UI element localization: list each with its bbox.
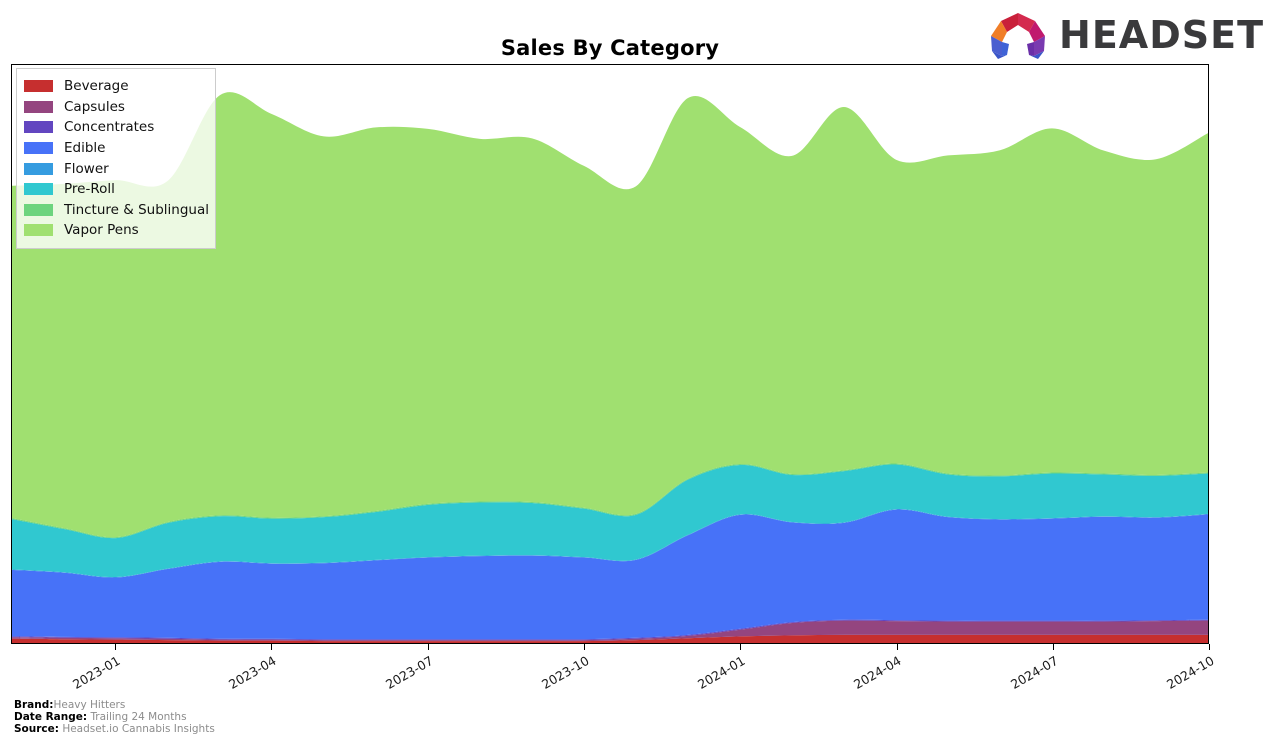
- footnote-source: Source: Headset.io Cannabis Insights: [14, 722, 215, 736]
- x-axis-tick: [896, 644, 898, 650]
- footnote-source-value: Headset.io Cannabis Insights: [62, 722, 215, 735]
- legend-item[interactable]: Capsules: [24, 97, 206, 118]
- legend-item-label: Concentrates: [64, 119, 155, 136]
- headset-brand-logo: HEADSET: [985, 10, 1264, 60]
- legend-swatch-icon: [24, 121, 53, 134]
- legend-swatch-icon: [24, 162, 53, 175]
- footnote-brand-value: Heavy Hitters: [53, 699, 126, 711]
- x-axis-tick-label: 2024-01: [695, 652, 748, 692]
- x-axis-tick-label: 2024-10: [1163, 652, 1217, 692]
- chart-page: Sales By Category HEADSET Beverage Capsul…: [0, 0, 1276, 746]
- chart-legend: Beverage Capsules Concentrates Edible Flower…: [16, 68, 216, 249]
- legend-item-label: Vapor Pens: [64, 222, 139, 239]
- legend-swatch-icon: [24, 203, 53, 216]
- legend-swatch-icon: [24, 100, 53, 113]
- legend-item[interactable]: Flower: [24, 158, 206, 179]
- x-axis-tick-label: 2023-04: [226, 652, 280, 692]
- brand-wordmark: HEADSET: [1059, 13, 1264, 57]
- legend-item-label: Edible: [64, 140, 106, 157]
- legend-item-label: Flower: [64, 160, 109, 177]
- legend-item[interactable]: Pre-Roll: [24, 179, 206, 200]
- footnote-source-key: Source:: [14, 722, 59, 735]
- x-axis-tick: [271, 644, 273, 650]
- x-axis-tick-label: 2023-07: [382, 652, 436, 692]
- legend-item[interactable]: Tincture & Sublingual: [24, 200, 209, 221]
- x-axis-tick-label: 2023-01: [70, 652, 123, 692]
- legend-swatch-icon: [24, 142, 53, 155]
- legend-swatch-icon: [24, 80, 53, 93]
- x-axis-tick-label: 2024-07: [1007, 652, 1061, 692]
- x-axis-tick: [584, 644, 585, 650]
- x-axis-tick: [740, 644, 742, 650]
- x-axis-tick: [1209, 644, 1210, 650]
- x-axis-tick-label: 2024-04: [851, 652, 905, 692]
- headset-arch-logo-icon: [991, 13, 1046, 59]
- x-axis-tick: [427, 644, 429, 650]
- legend-swatch-icon: [24, 183, 53, 196]
- chart-footnote: Brand:Heavy Hitters Date Range: Trailing…: [14, 699, 215, 736]
- footnote-date-range-key: Date Range:: [14, 710, 88, 723]
- legend-item-label: Tincture & Sublingual: [64, 201, 209, 218]
- legend-item-label: Beverage: [64, 78, 129, 95]
- x-axis-tick: [1052, 644, 1054, 650]
- footnote-date-range-value: Trailing 24 Months: [90, 710, 187, 723]
- legend-swatch-icon: [24, 224, 53, 237]
- x-axis-tick: [115, 644, 117, 650]
- footnote-brand-key: Brand:: [14, 699, 54, 711]
- x-axis-tick-label: 2023-10: [538, 652, 592, 692]
- legend-item[interactable]: Beverage: [24, 76, 206, 97]
- legend-item[interactable]: Vapor Pens: [24, 220, 206, 241]
- legend-item-label: Pre-Roll: [64, 181, 115, 198]
- legend-item[interactable]: Concentrates: [24, 117, 206, 138]
- legend-item[interactable]: Edible: [24, 138, 206, 159]
- x-axis: 2023-01 2023-04 2023-07 2023-10 2024-01 2024-…: [0, 644, 1276, 700]
- legend-item-label: Capsules: [64, 98, 125, 115]
